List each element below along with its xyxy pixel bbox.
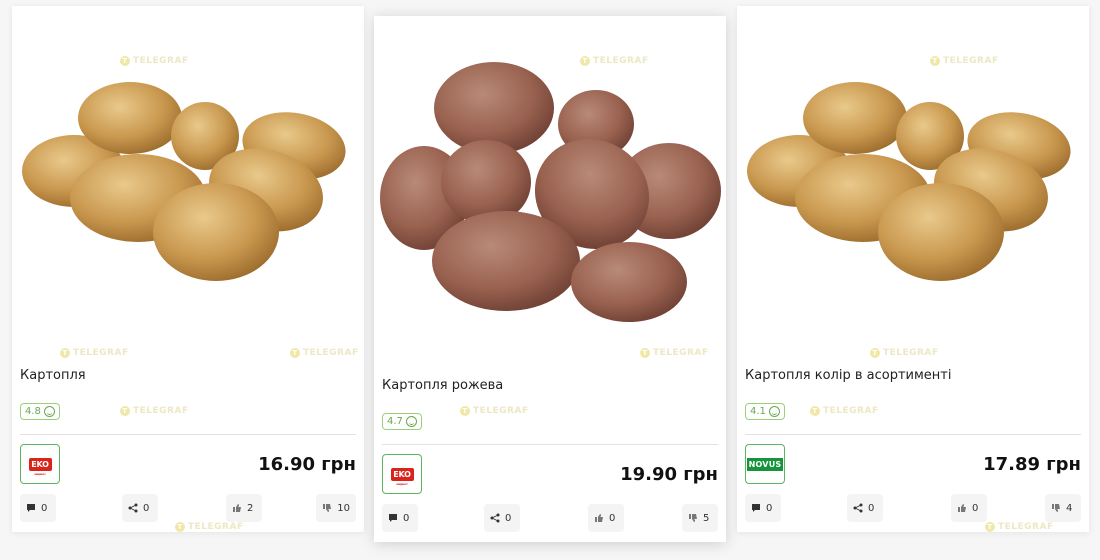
share-icon [853,503,863,513]
share-icon [490,513,500,523]
like-button[interactable]: 0 [588,504,624,532]
thumbs-down-icon [1052,504,1060,512]
share-button[interactable]: 0 [484,504,520,532]
like-button[interactable]: 2 [226,494,262,522]
share-button[interactable]: 0 [122,494,158,522]
share-button[interactable]: 0 [847,494,883,522]
product-card[interactable]: Картопля колір в асортименті 4.1 NOVUS 1… [737,6,1089,532]
comment-icon [389,514,397,522]
thumbs-up-icon [233,504,241,512]
action-bar: 0 0 0 5 [382,504,718,532]
product-card[interactable]: Картопля 4.8 EKO маркет 16.90 грн 0 0 2 … [12,6,364,532]
product-price: 17.89 грн [983,454,1081,475]
divider [20,434,356,435]
store-logo[interactable]: EKO маркет [382,454,422,494]
dislike-button[interactable]: 5 [682,504,718,532]
rating-value: 4.7 [387,416,403,427]
thumbs-up-icon [958,504,966,512]
novus-logo-icon: NOVUS [747,457,783,471]
potato-image [747,82,1071,281]
thumbs-down-icon [323,504,332,512]
comment-button[interactable]: 0 [382,504,418,532]
comment-icon [27,504,35,512]
rating-badge: 4.7 [382,413,422,430]
rating-badge: 4.1 [745,403,785,420]
product-price: 19.90 грн [620,464,718,485]
action-bar: 0 0 0 4 [745,494,1081,522]
smile-icon [768,406,780,417]
comment-button[interactable]: 0 [20,494,56,522]
rating-value: 4.8 [25,406,41,417]
dislike-button[interactable]: 10 [316,494,356,522]
product-image[interactable] [374,16,726,336]
divider [382,444,718,445]
comment-icon [752,504,760,512]
rating-value: 4.1 [750,406,766,417]
store-logo[interactable]: NOVUS [745,444,785,484]
store-logo[interactable]: EKO маркет [20,444,60,484]
share-icon [128,503,138,513]
product-price: 16.90 грн [258,454,356,475]
eko-logo-icon: EKO маркет [28,457,52,476]
product-title[interactable]: Картопля колір в асортименті [745,368,951,383]
like-button[interactable]: 0 [951,494,987,522]
product-image[interactable] [737,6,1089,326]
product-image[interactable] [12,6,364,326]
product-title[interactable]: Картопля [20,368,86,383]
product-card[interactable]: Картопля рожева 4.7 EKO маркет 19.90 грн… [374,16,726,542]
dislike-button[interactable]: 4 [1045,494,1081,522]
smile-icon [405,416,417,427]
potato-image [22,82,346,281]
divider [745,434,1081,435]
comment-button[interactable]: 0 [745,494,781,522]
thumbs-down-icon [689,514,697,522]
rating-badge: 4.8 [20,403,60,420]
product-title[interactable]: Картопля рожева [382,378,503,393]
smile-icon [43,406,55,417]
potato-image [380,62,721,322]
action-bar: 0 0 2 10 [20,494,356,522]
eko-logo-icon: EKO маркет [390,467,414,486]
thumbs-up-icon [595,514,603,522]
